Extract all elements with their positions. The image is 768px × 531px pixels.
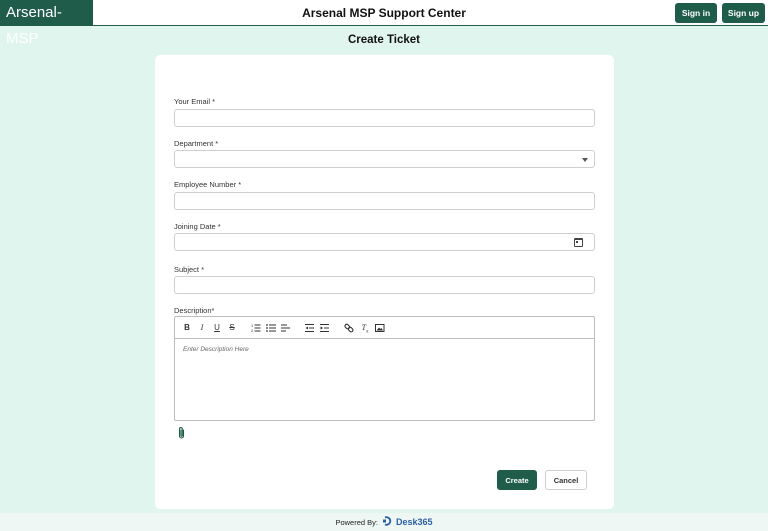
underline-icon[interactable]: U — [213, 322, 221, 334]
joining-date-label: Joining Date * — [174, 222, 221, 231]
description-placeholder: Enter Description Here — [183, 346, 249, 353]
employee-number-field[interactable] — [174, 192, 595, 210]
link-icon[interactable] — [344, 322, 354, 334]
italic-icon[interactable]: I — [198, 322, 206, 334]
cancel-button[interactable]: Cancel — [545, 470, 587, 490]
align-left-icon[interactable] — [281, 322, 291, 334]
email-label: Your Email * — [174, 97, 215, 106]
image-icon[interactable] — [375, 322, 385, 334]
employee-number-label: Employee Number * — [174, 180, 242, 189]
bullet-list-icon[interactable] — [266, 322, 276, 334]
editor-toolbar: B I U S 12 Tx — [175, 317, 594, 339]
svg-text:2: 2 — [251, 328, 254, 333]
department-label: Department * — [174, 139, 219, 148]
bold-icon[interactable]: B — [183, 322, 191, 334]
email-field[interactable] — [174, 109, 595, 127]
strikethrough-icon[interactable]: S — [228, 322, 236, 334]
ordered-list-icon[interactable]: 12 — [251, 322, 261, 334]
desk365-brand[interactable]: Desk365 — [396, 517, 433, 527]
department-select[interactable] — [174, 150, 595, 168]
chevron-down-icon[interactable] — [582, 158, 588, 162]
description-label: Description* — [174, 306, 215, 315]
outdent-icon[interactable] — [305, 322, 315, 334]
sign-up-button[interactable]: Sign up — [722, 3, 765, 23]
calendar-icon[interactable] — [574, 238, 583, 247]
clear-format-icon[interactable]: Tx — [360, 322, 370, 335]
ticket-form-card: Your Email * Department * Employee Numbe… — [155, 55, 614, 509]
page-title: Create Ticket — [347, 34, 421, 46]
subject-label: Subject * — [174, 265, 205, 274]
footer: Powered By: Desk365 — [0, 513, 768, 531]
sign-in-button[interactable]: Sign in — [675, 3, 717, 23]
site-title: Arsenal MSP Support Center — [302, 6, 466, 20]
create-button[interactable]: Create — [497, 470, 537, 490]
top-bar: Arsenal-MSP Arsenal MSP Support Center S… — [0, 0, 768, 47]
subject-field[interactable] — [174, 276, 595, 294]
joining-date-field[interactable] — [174, 233, 595, 251]
desk365-logo-icon — [382, 516, 393, 528]
indent-icon[interactable] — [320, 322, 330, 334]
description-editor[interactable]: B I U S 12 Tx Enter Description Here — [174, 316, 595, 421]
powered-by-label: Powered By: — [335, 517, 378, 527]
paperclip-icon[interactable] — [176, 426, 188, 440]
